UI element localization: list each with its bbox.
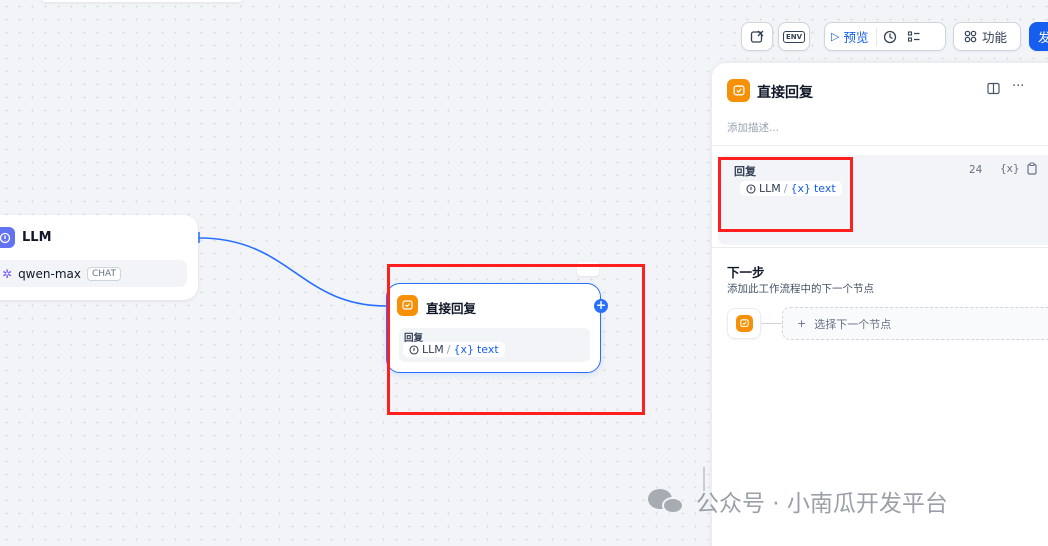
answer-node-icon [735, 315, 753, 332]
copy-icon[interactable] [1026, 162, 1038, 178]
panel-more-button[interactable]: ··· [1012, 79, 1024, 94]
llm-node[interactable]: LLM ✲ qwen-max CHAT [0, 215, 198, 300]
list-check-icon [908, 30, 920, 42]
checklist-list-button[interactable] [903, 27, 925, 47]
current-node-chip [727, 308, 761, 339]
panel-title[interactable]: 直接回复 [757, 82, 813, 102]
features-button[interactable]: 功能 [953, 22, 1021, 51]
preview-label: 预览 [843, 30, 869, 45]
env-icon: ENV [782, 30, 806, 43]
wechat-icon [648, 487, 688, 515]
llm-model-tag: ✲ qwen-max CHAT [0, 260, 187, 287]
highlight-box-panel [718, 157, 853, 232]
llm-node-icon [0, 227, 15, 248]
next-step-connector [761, 323, 783, 324]
env-button[interactable]: ENV [778, 22, 810, 51]
publish-button[interactable]: 发 [1029, 22, 1048, 51]
llm-node-title: LLM [22, 230, 52, 245]
edge-llm-to-answer[interactable] [198, 237, 387, 307]
insert-variable-button[interactable]: {x} [1000, 163, 1020, 175]
model-mode-chip: CHAT [86, 266, 121, 281]
preview-button[interactable]: ▷ 预览 [831, 27, 878, 46]
panel-divider [712, 247, 1048, 248]
select-next-node-label: 选择下一个节点 [814, 317, 892, 331]
history-icon [884, 30, 897, 43]
llm-model-name: qwen-max [18, 266, 81, 281]
char-count: 24 [969, 164, 983, 176]
qwen-model-icon: ✲ [2, 266, 13, 281]
panel-node-icon [727, 79, 750, 102]
checklist-icon [750, 30, 764, 43]
watermark: 公众号 · 小南瓜开发平台 [648, 484, 948, 518]
run-toolbar-group: ▷ 预览 [824, 22, 946, 51]
next-step-title: 下一步 [727, 265, 765, 280]
highlight-box-canvas [387, 264, 645, 415]
plus-icon: + [797, 317, 807, 330]
select-next-node-button[interactable]: + 选择下一个节点 [782, 307, 1048, 340]
checklist-button[interactable] [741, 22, 773, 51]
play-icon: ▷ [831, 30, 840, 43]
next-step-description: 添加此工作流程中的下一个节点 [727, 283, 874, 295]
publish-label: 发 [1038, 30, 1048, 45]
grid-icon [964, 30, 977, 43]
watermark-text: 公众号 · 小南瓜开发平台 [696, 491, 948, 517]
split-view-icon[interactable] [987, 82, 1000, 99]
node-config-panel: 直接回复 ··· 添加描述... 回复 LLM / {x} text 24 {x… [712, 63, 1048, 546]
description-input[interactable]: 添加描述... [727, 120, 779, 135]
features-label: 功能 [982, 30, 1008, 45]
run-history-button[interactable] [879, 27, 901, 47]
panel-divider [712, 145, 1048, 146]
